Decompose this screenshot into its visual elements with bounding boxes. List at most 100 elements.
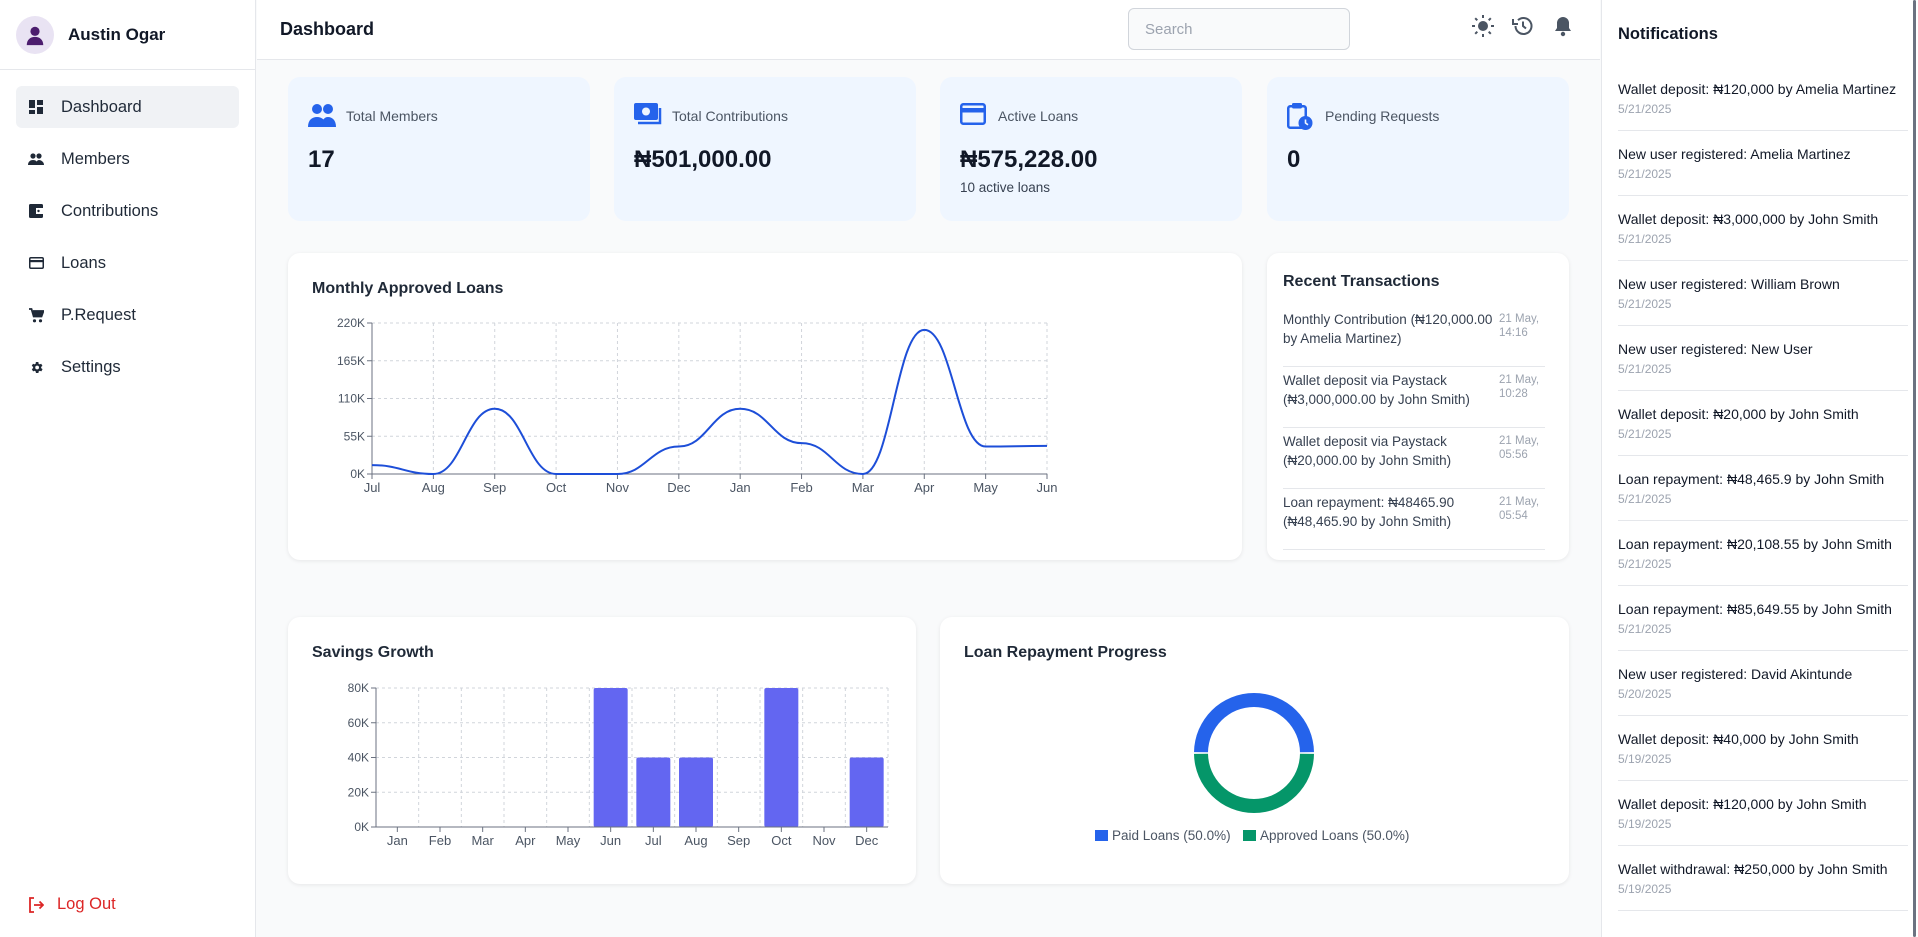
notification-date: 5/20/2025 <box>1618 687 1672 701</box>
transaction-item[interactable]: Monthly Contribution (₦120,000.00 by Ame… <box>1283 306 1545 367</box>
transactions-list: Monthly Contribution (₦120,000.00 by Ame… <box>1283 306 1545 550</box>
sidebar-item-members[interactable]: Members <box>16 138 239 180</box>
notification-item[interactable]: New user registered: William Brown 5/21/2… <box>1618 261 1908 326</box>
page-title: Dashboard <box>280 19 375 39</box>
x-tick-label: Oct <box>771 833 792 848</box>
members-icon <box>28 151 44 167</box>
stat-value: ₦501,000.00 <box>634 146 772 173</box>
transaction-description: Wallet deposit via Paystack (₦3,000,000.… <box>1283 373 1470 407</box>
profile[interactable]: Austin Ogar <box>0 0 255 70</box>
x-tick-label: Jun <box>600 833 621 848</box>
notification-item[interactable]: New user registered: New User 5/21/2025 <box>1618 326 1908 391</box>
donut-chart: Paid Loans (50.0%) Approved Loans (50.0%) <box>1095 693 1409 843</box>
savings-growth-panel: Savings Growth 0K 20K 40K 60K 80K Jan Feb Mar Ap… <box>288 617 916 884</box>
money-icon <box>634 103 662 129</box>
sidebar-item-settings[interactable]: Settings <box>16 346 239 388</box>
notification-item[interactable]: Wallet withdrawal: ₦250,000 by John Smit… <box>1618 846 1908 911</box>
notification-date: 5/21/2025 <box>1618 167 1672 181</box>
y-tick-label: 110K <box>338 392 365 406</box>
legend-swatch <box>1243 830 1256 841</box>
donut-slice[interactable] <box>1194 753 1314 813</box>
gear-icon <box>28 359 44 375</box>
notification-date: 5/21/2025 <box>1618 297 1672 311</box>
stat-card-total-members: Total Members 17 <box>288 77 590 221</box>
search-input[interactable] <box>1128 8 1350 50</box>
bell-icon[interactable] <box>1551 14 1575 38</box>
notification-date: 5/21/2025 <box>1618 492 1672 506</box>
y-tick-label: 40K <box>348 751 369 765</box>
transaction-item[interactable]: Loan repayment: ₦48465.90 (₦48,465.90 by… <box>1283 489 1545 550</box>
donut-slice[interactable] <box>1194 693 1314 753</box>
line-chart-grid <box>367 322 1048 479</box>
sun-icon[interactable] <box>1471 14 1495 38</box>
y-tick-label: 220K <box>337 316 365 330</box>
scrollbar[interactable] <box>1913 0 1916 937</box>
notification-item[interactable]: Loan repayment: ₦85,649.55 by John Smith… <box>1618 586 1908 651</box>
x-tick-label: Aug <box>684 833 707 848</box>
notification-text: New user registered: Amelia Martinez <box>1618 146 1851 162</box>
sidebar-item-loans[interactable]: Loans <box>16 242 239 284</box>
notification-text: Loan repayment: ₦48,465.9 by John Smith <box>1618 471 1885 487</box>
notification-item[interactable]: New user registered: Amelia Martinez 5/21… <box>1618 131 1908 196</box>
notification-item[interactable]: Wallet deposit: ₦120,000 by Amelia Marti… <box>1618 66 1908 131</box>
notification-item[interactable]: Wallet deposit: ₦40,000 by John Smith 5/1… <box>1618 716 1908 781</box>
transaction-time: 21 May, 05:54 <box>1499 496 1540 522</box>
line-series <box>371 328 1048 476</box>
sidebar-item-p-request[interactable]: P.Request <box>16 294 239 336</box>
notification-date: 5/19/2025 <box>1618 817 1672 831</box>
legend-label: Paid Loans (50.0%) <box>1112 828 1231 843</box>
transaction-description: Wallet deposit via Paystack (₦20,000.00 … <box>1283 434 1452 468</box>
stat-label: Pending Requests <box>1325 108 1440 124</box>
bar[interactable] <box>849 757 884 828</box>
notification-item[interactable]: New user registered: David Akintunde 5/20… <box>1618 651 1908 716</box>
sidebar-item-label: Members <box>61 149 130 168</box>
history-icon[interactable] <box>1511 14 1535 38</box>
transaction-time: 21 May, 05:56 <box>1499 435 1540 461</box>
line-chart: 0K 55K 110K 165K 220K Jul Aug Sep Oct Nov Dec Jan Fe… <box>337 316 1058 495</box>
notification-text: New user registered: David Akintunde <box>1618 666 1853 682</box>
avatar[interactable] <box>16 15 54 54</box>
transaction-item[interactable]: Wallet deposit via Paystack (₦20,000.00 … <box>1283 428 1545 489</box>
x-tick-label: Jan <box>387 833 408 848</box>
notification-date: 5/21/2025 <box>1618 232 1672 246</box>
x-tick-label: Oct <box>546 480 567 495</box>
top-header: Dashboard <box>257 0 1600 60</box>
bar[interactable] <box>679 757 713 828</box>
x-tick-label: Aug <box>422 480 445 495</box>
y-tick-label: 165K <box>337 354 365 368</box>
notification-item[interactable]: Loan repayment: ₦48,465.9 by John Smith 5… <box>1618 456 1908 521</box>
x-tick-label: Mar <box>471 833 494 848</box>
stat-value: 0 <box>1287 146 1301 173</box>
x-tick-label: May <box>556 833 581 848</box>
transaction-item[interactable]: Wallet deposit via Paystack (₦3,000,000.… <box>1283 367 1545 428</box>
x-tick-label: Dec <box>855 833 879 848</box>
sidebar-nav: Dashboard Members Contributions Loans P.… <box>0 70 255 414</box>
transaction-description: Loan repayment: ₦48465.90 (₦48,465.90 by… <box>1283 495 1455 529</box>
bar[interactable] <box>593 688 628 827</box>
sidebar-item-label: Contributions <box>61 201 159 220</box>
notification-text: Wallet withdrawal: ₦250,000 by John Smit… <box>1618 861 1888 877</box>
bar[interactable] <box>764 688 799 827</box>
logout-icon <box>29 896 44 913</box>
x-tick-label: Apr <box>914 480 935 495</box>
notification-date: 5/21/2025 <box>1618 427 1672 441</box>
notification-text: Wallet deposit: ₦40,000 by John Smith <box>1618 731 1859 747</box>
sidebar-item-contributions[interactable]: Contributions <box>16 190 239 232</box>
legend-label: Approved Loans (50.0%) <box>1260 828 1409 843</box>
people-icon <box>308 103 336 129</box>
logout-label: Log Out <box>57 895 116 913</box>
y-tick-label: 55K <box>344 429 365 443</box>
notifications-list[interactable]: Wallet deposit: ₦120,000 by Amelia Marti… <box>1618 66 1908 911</box>
sidebar-item-dashboard[interactable]: Dashboard <box>16 86 239 128</box>
notification-item[interactable]: Wallet deposit: ₦20,000 by John Smith 5/2… <box>1618 391 1908 456</box>
notification-item[interactable]: Loan repayment: ₦20,108.55 by John Smith… <box>1618 521 1908 586</box>
sidebar-item-label: Settings <box>61 357 121 376</box>
x-tick-label: Nov <box>812 833 836 848</box>
logout-button[interactable]: Log Out <box>28 895 116 914</box>
notification-item[interactable]: Wallet deposit: ₦120,000 by John Smith 5/… <box>1618 781 1908 846</box>
notification-date: 5/19/2025 <box>1618 882 1672 896</box>
notification-text: Wallet deposit: ₦120,000 by Amelia Marti… <box>1618 81 1897 97</box>
card-icon <box>960 103 988 129</box>
notification-item[interactable]: Wallet deposit: ₦3,000,000 by John Smith… <box>1618 196 1908 261</box>
bar[interactable] <box>636 757 671 828</box>
